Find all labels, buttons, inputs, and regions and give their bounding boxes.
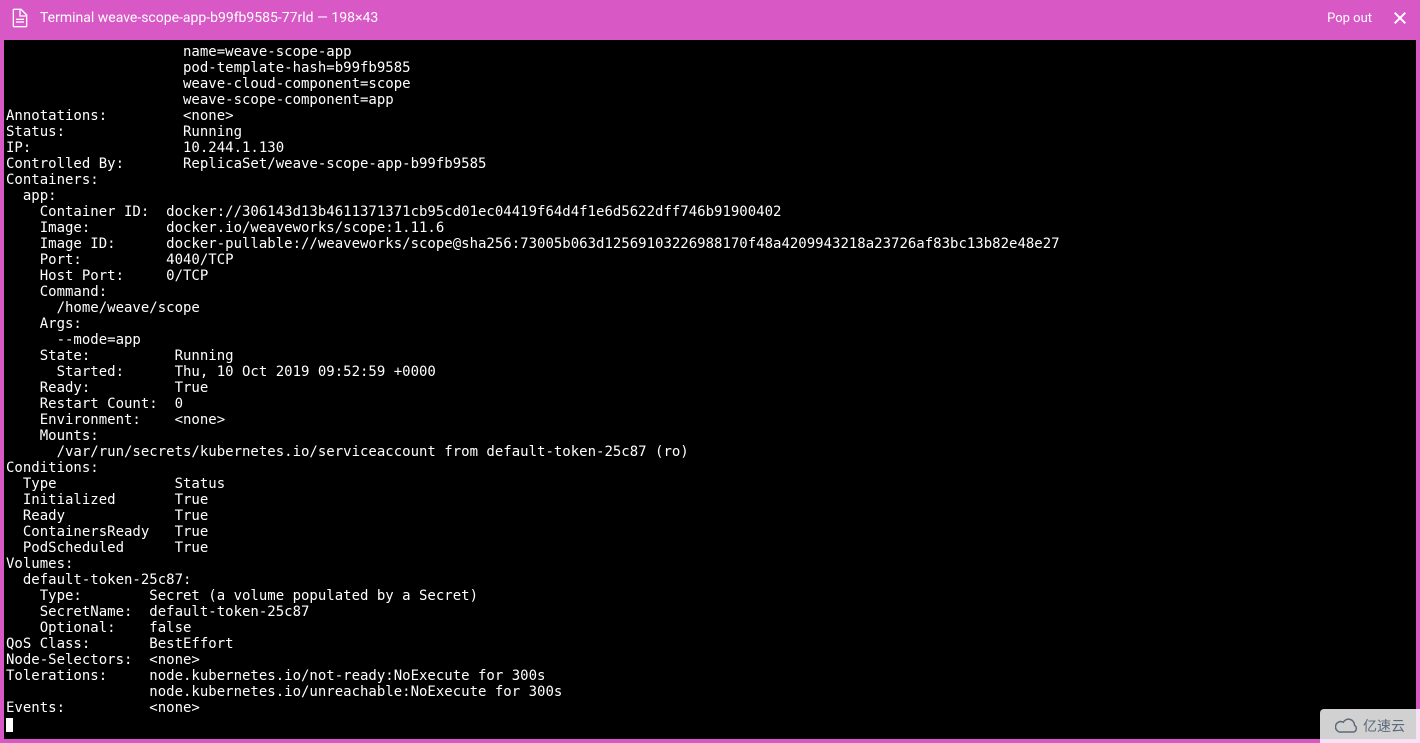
terminal-line: node.kubernetes.io/unreachable:NoExecute… (6, 684, 1414, 700)
terminal-line: Conditions: (6, 460, 1414, 476)
terminal-line: Type Status (6, 476, 1414, 492)
terminal-line: Container ID: docker://306143d13b4611371… (6, 204, 1414, 220)
terminal-line: Port: 4040/TCP (6, 252, 1414, 268)
terminal-line: Image ID: docker-pullable://weaveworks/s… (6, 236, 1414, 252)
terminal-line: weave-scope-component=app (6, 92, 1414, 108)
terminal-line: pod-template-hash=b99fb9585 (6, 60, 1414, 76)
terminal-line: name=weave-scope-app (6, 44, 1414, 60)
terminal-line: Node-Selectors: <none> (6, 652, 1414, 668)
terminal-line: Host Port: 0/TCP (6, 268, 1414, 284)
terminal-line: Type: Secret (a volume populated by a Se… (6, 588, 1414, 604)
terminal-line: /home/weave/scope (6, 300, 1414, 316)
terminal-line: Controlled By: ReplicaSet/weave-scope-ap… (6, 156, 1414, 172)
terminal-line: --mode=app (6, 332, 1414, 348)
terminal-line: Annotations: <none> (6, 108, 1414, 124)
terminal-window: Terminal weave-scope-app-b99fb9585-77rld… (0, 0, 1420, 743)
terminal-line: QoS Class: BestEffort (6, 636, 1414, 652)
terminal-line: State: Running (6, 348, 1414, 364)
document-icon (12, 8, 28, 28)
terminal-line: weave-cloud-component=scope (6, 76, 1414, 92)
window-title: Terminal weave-scope-app-b99fb9585-77rld… (40, 10, 378, 26)
terminal-line: /var/run/secrets/kubernetes.io/serviceac… (6, 444, 1414, 460)
terminal-line: Events: <none> (6, 700, 1414, 716)
terminal-line: default-token-25c87: (6, 572, 1414, 588)
terminal-line: Args: (6, 316, 1414, 332)
terminal-line: Mounts: (6, 428, 1414, 444)
terminal-line: Command: (6, 284, 1414, 300)
terminal-line: Optional: false (6, 620, 1414, 636)
terminal-line: Started: Thu, 10 Oct 2019 09:52:59 +0000 (6, 364, 1414, 380)
popout-button[interactable]: Pop out (1327, 11, 1372, 26)
titlebar: Terminal weave-scope-app-b99fb9585-77rld… (0, 0, 1420, 36)
terminal-line: Tolerations: node.kubernetes.io/not-read… (6, 668, 1414, 684)
terminal-cursor-line (6, 716, 1414, 732)
cursor (6, 718, 13, 732)
terminal-line: Containers: (6, 172, 1414, 188)
terminal-line: PodScheduled True (6, 540, 1414, 556)
terminal-line: Initialized True (6, 492, 1414, 508)
terminal-line: SecretName: default-token-25c87 (6, 604, 1414, 620)
terminal-output[interactable]: name=weave-scope-app pod-template-hash=b… (4, 40, 1416, 739)
terminal-line: IP: 10.244.1.130 (6, 140, 1414, 156)
terminal-line: Environment: <none> (6, 412, 1414, 428)
terminal-line: Ready True (6, 508, 1414, 524)
terminal-line: Restart Count: 0 (6, 396, 1414, 412)
terminal-line: Status: Running (6, 124, 1414, 140)
terminal-line: Image: docker.io/weaveworks/scope:1.11.6 (6, 220, 1414, 236)
close-icon[interactable] (1392, 10, 1408, 26)
terminal-line: ContainersReady True (6, 524, 1414, 540)
terminal-line: Ready: True (6, 380, 1414, 396)
terminal-line: Volumes: (6, 556, 1414, 572)
terminal-wrap: name=weave-scope-app pod-template-hash=b… (0, 36, 1420, 743)
terminal-line: app: (6, 188, 1414, 204)
